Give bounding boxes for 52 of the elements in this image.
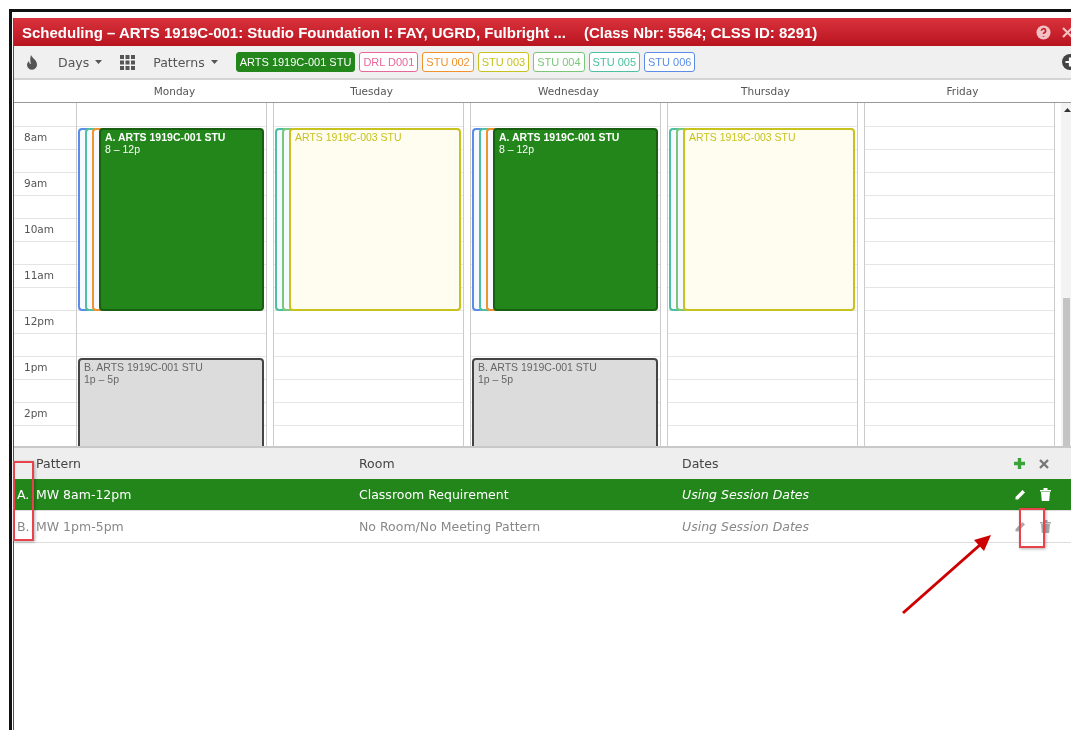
table-cell-text: Using Session Dates bbox=[682, 519, 811, 534]
column-header: Dates bbox=[682, 456, 719, 471]
event-title: ARTS 1919C-003 STU bbox=[689, 131, 797, 143]
table-cell-text: MW 1pm-5pm bbox=[36, 519, 125, 534]
day-header: Tuesday bbox=[350, 85, 393, 97]
time-label: 10am bbox=[24, 223, 55, 235]
event-title: A. ARTS 1919C-001 STU bbox=[105, 131, 227, 143]
event-card[interactable]: ARTS 1919C-003 STU bbox=[289, 128, 461, 311]
time-label: 9am bbox=[24, 177, 48, 189]
row-letter: A. bbox=[16, 487, 31, 502]
event-time: 8 – 12p bbox=[499, 143, 536, 155]
event-time: 8 – 12p bbox=[105, 143, 142, 155]
table-cell-text: MW 8am-12pm bbox=[36, 487, 133, 502]
window-title: Scheduling – ARTS 1919C-001: Studio Foundation I: FAY, UGRD, Fulbright ... bbox=[22, 23, 566, 41]
day-header: Thursday bbox=[741, 85, 790, 97]
filter-chip[interactable]: STU 006 bbox=[644, 52, 696, 72]
event-card[interactable]: ARTS 1919C-003 STU bbox=[683, 128, 855, 311]
event-time: 1p – 5p bbox=[84, 373, 121, 385]
filter-chip[interactable]: STU 005 bbox=[588, 52, 640, 72]
time-label: 1pm bbox=[24, 361, 48, 373]
filter-chip[interactable]: STU 004 bbox=[533, 52, 585, 72]
event-title: ARTS 1919C-003 STU bbox=[295, 131, 403, 143]
window-subtitle: (Class Nbr: 5564; CLSS ID: 8291) bbox=[583, 23, 818, 41]
event-card[interactable]: B. ARTS 1919C-001 STU 1p – 5p bbox=[472, 358, 658, 446]
event-title: B. ARTS 1919C-001 STU bbox=[84, 361, 204, 373]
days-dropdown[interactable]: Days bbox=[58, 54, 103, 70]
table-cell-text: Classroom Requirement bbox=[359, 487, 510, 502]
filter-chip[interactable]: DRL D001 bbox=[359, 52, 419, 72]
event-card[interactable]: B. ARTS 1919C-001 STU 1p – 5p bbox=[78, 358, 264, 446]
filter-chip[interactable]: STU 003 bbox=[477, 52, 530, 72]
table-cell-text: No Room/No Meeting Pattern bbox=[359, 519, 542, 534]
time-label: 11am bbox=[24, 269, 55, 281]
event-time: 1p – 5p bbox=[478, 373, 515, 385]
column-header: Room bbox=[359, 456, 395, 471]
pattern-row[interactable]: B. MW 1pm-5pm No Room/No Meeting Pattern Using Session Dates bbox=[14, 511, 1071, 543]
pattern-row[interactable]: A. MW 8am-12pm Classroom Requirement Using Session Dates bbox=[14, 479, 1071, 511]
table-cell-text: Using Session Dates bbox=[682, 487, 811, 502]
event-card[interactable]: A. ARTS 1919C-001 STU 8 – 12p bbox=[493, 128, 658, 311]
time-label: 12pm bbox=[24, 315, 55, 327]
row-letter: B. bbox=[16, 519, 31, 534]
patterns-dropdown[interactable]: Patterns bbox=[153, 54, 218, 70]
day-header: Monday bbox=[153, 85, 196, 97]
time-label: 2pm bbox=[24, 407, 48, 419]
event-title: B. ARTS 1919C-001 STU bbox=[478, 361, 598, 373]
day-header: Wednesday bbox=[538, 85, 599, 97]
filter-chip[interactable]: ARTS 1919C-001 STU bbox=[235, 52, 356, 72]
event-title: A. ARTS 1919C-001 STU bbox=[499, 131, 621, 143]
event-card[interactable]: A. ARTS 1919C-001 STU 8 – 12p bbox=[99, 128, 264, 311]
time-label: 8am bbox=[24, 131, 48, 143]
column-header: Pattern bbox=[36, 456, 81, 471]
filter-chip[interactable]: STU 002 bbox=[422, 52, 474, 72]
day-header: Friday bbox=[946, 85, 979, 97]
